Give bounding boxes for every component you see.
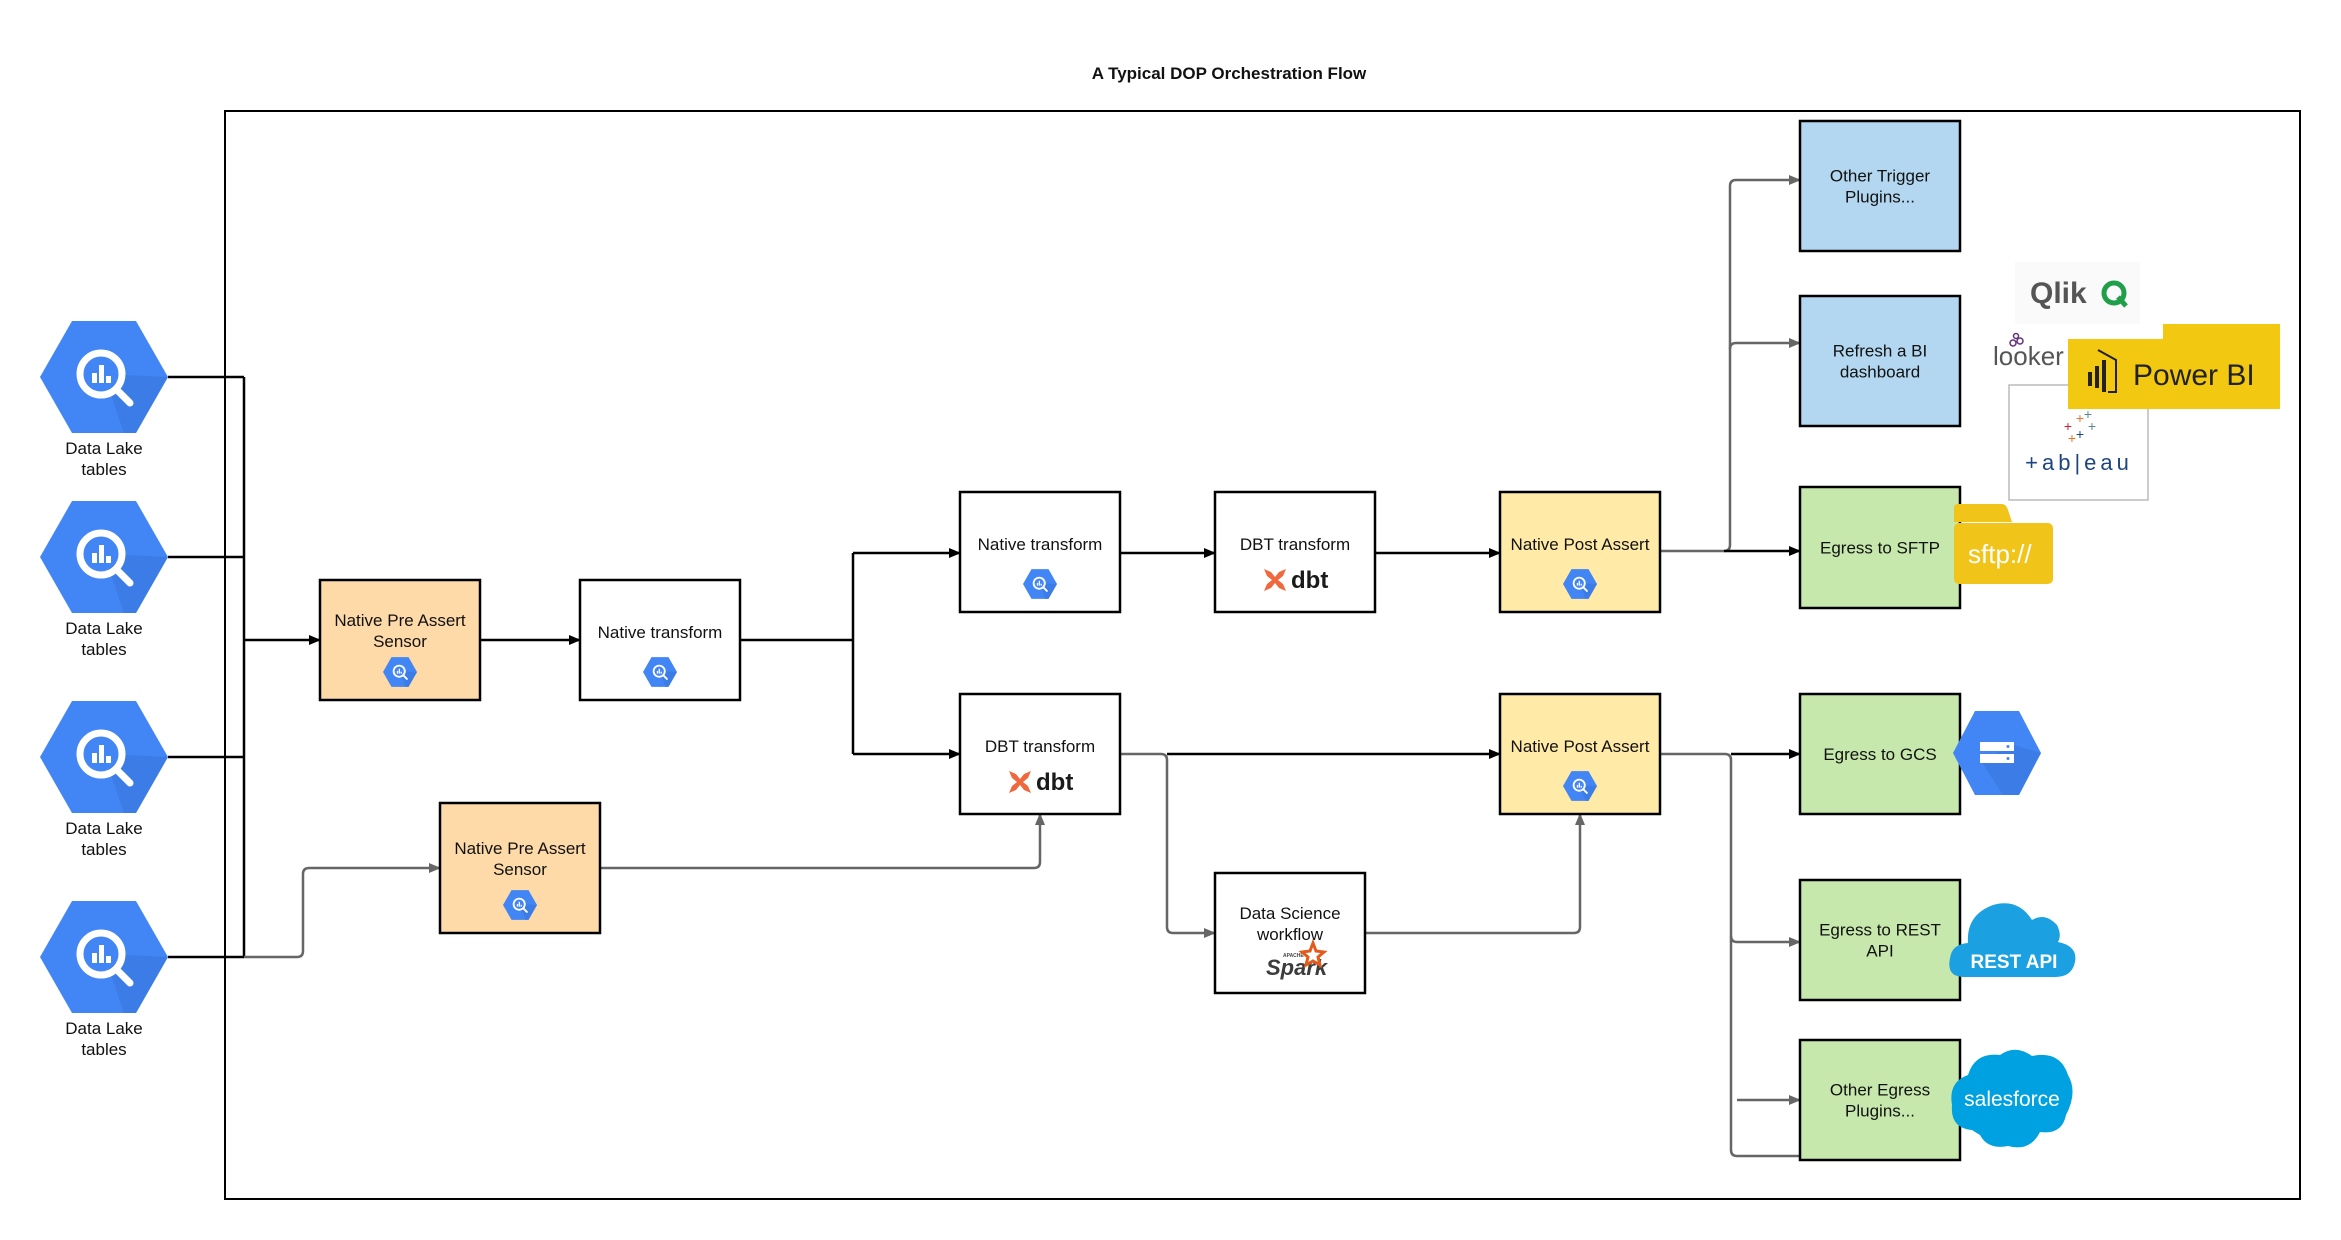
node-bi[interactable]: Refresh a BI dashboard: [1798, 294, 1962, 428]
edge-dbt2-to-ds: [1165, 760, 1216, 938]
edge-post2-to-rest: [1729, 935, 1801, 947]
node-label: Egress to SFTP: [1820, 539, 1940, 558]
edge-post2-vertical: [1729, 760, 1800, 1158]
node-label: Egress to REST: [1819, 921, 1941, 940]
data-lake-source[interactable]: Data Lake tables: [40, 321, 168, 479]
svg-text:+: +: [2076, 410, 2084, 426]
node-box: [1798, 294, 1962, 428]
svg-text:+: +: [2068, 430, 2076, 446]
source-label-line1: Data Lake: [65, 439, 143, 458]
node-label: Native Post Assert: [1511, 737, 1650, 756]
edge-dbt2-stub: [1120, 752, 1169, 761]
dbt-logo-text: dbt: [1291, 567, 1328, 594]
node-pre1[interactable]: Native Pre Assert Sensor: [318, 578, 482, 702]
node-label: Other Egress: [1830, 1081, 1930, 1100]
node-label: Sensor: [493, 860, 547, 879]
node-box: [1798, 119, 1962, 253]
source-label-line2: tables: [81, 1040, 126, 1059]
node-pre2[interactable]: Native Pre Assert Sensor: [438, 801, 602, 935]
tableau-logo-text: +ab|eau: [2025, 450, 2133, 475]
node-ds[interactable]: Data ScienceworkflowAPACHESpark: [1213, 871, 1367, 995]
edge-post2-stub: [1660, 752, 1733, 761]
node-label: Native Post Assert: [1511, 535, 1650, 554]
dbt-logo-text: dbt: [1036, 769, 1073, 796]
node-trig[interactable]: Other Trigger Plugins...: [1798, 119, 1962, 253]
edge-post1-to-trigger: [1660, 175, 1801, 553]
bigquery-icon: [40, 501, 168, 613]
sftp-logo-text: sftp://: [1968, 539, 2032, 569]
node-label: Other Trigger: [1830, 167, 1930, 186]
powerbi-logo-icon: Power BI: [2068, 324, 2280, 409]
bigquery-icon: [40, 321, 168, 433]
node-label: Native transform: [598, 623, 723, 642]
salesforce-cloud-icon: salesforce: [1951, 1049, 2073, 1148]
node-label: Egress to GCS: [1823, 745, 1936, 764]
node-post1[interactable]: Native Post Assert: [1498, 490, 1662, 614]
node-nt2[interactable]: Native transform: [958, 490, 1122, 614]
node-label: Plugins...: [1845, 188, 1915, 207]
source-label-line2: tables: [81, 640, 126, 659]
qlik-logo-text: Qlik: [2030, 277, 2087, 310]
svg-text:+: +: [2076, 426, 2084, 442]
rest-api-cloud-icon: REST API: [1949, 903, 2076, 977]
node-label: Refresh a BI: [1833, 342, 1928, 361]
data-lake-source[interactable]: Data Lake tables: [40, 901, 168, 1059]
edge-pre2-to-dbt2: [600, 813, 1045, 870]
node-box: [1798, 878, 1962, 1002]
node-nt1[interactable]: Native transform: [578, 578, 742, 702]
logos-layer: Qliklooker+ ++ ++++ab|eauPower BIsftp://RE…: [1949, 262, 2280, 1148]
source-label-line2: tables: [81, 460, 126, 479]
data-lake-source[interactable]: Data Lake tables: [40, 701, 168, 859]
node-label: Native Pre Assert: [454, 839, 586, 858]
sftp-folder-icon: sftp://: [1954, 504, 2053, 584]
node-label: Plugins...: [1845, 1102, 1915, 1121]
edge-ds-to-post2: [1365, 813, 1585, 935]
source-label-line1: Data Lake: [65, 819, 143, 838]
edge-src4-to-pre2: [244, 863, 441, 959]
node-label: Data Science: [1239, 904, 1340, 923]
node-post2[interactable]: Native Post Assert: [1498, 692, 1662, 816]
looker-logo-icon: looker: [1993, 332, 2064, 371]
orchestration-frame: [224, 110, 2301, 1200]
node-dbt2[interactable]: DBT transform dbt: [958, 692, 1122, 816]
sources-layer: Data Lake tables Data Lake tables Data Lake t…: [40, 321, 168, 1059]
node-box: [1798, 1038, 1962, 1162]
node-rest[interactable]: Egress to REST API: [1798, 878, 1962, 1002]
source-label-line1: Data Lake: [65, 619, 143, 638]
source-label-line1: Data Lake: [65, 1019, 143, 1038]
node-other[interactable]: Other Egress Plugins...: [1798, 1038, 1962, 1162]
node-sftp[interactable]: Egress to SFTP: [1798, 485, 1962, 610]
edge-post1-to-bi: [1728, 338, 1801, 350]
node-gcs[interactable]: Egress to GCS: [1798, 692, 1962, 816]
node-label: Native transform: [978, 535, 1103, 554]
node-label: Sensor: [373, 632, 427, 651]
salesforce-logo-text: salesforce: [1964, 1088, 2060, 1111]
bigquery-icon: [40, 701, 168, 813]
looker-logo-text: looker: [1993, 341, 2064, 371]
node-label: API: [1866, 942, 1893, 961]
diagram-canvas: A Typical DOP Orchestration Flow Data La…: [40, 64, 2301, 1200]
node-dbt1[interactable]: DBT transform dbt: [1213, 490, 1377, 614]
rest-api-text: REST API: [1971, 952, 2058, 973]
bigquery-icon: [40, 901, 168, 1013]
powerbi-logo-text: Power BI: [2133, 359, 2255, 392]
source-label-line2: tables: [81, 840, 126, 859]
data-lake-source[interactable]: Data Lake tables: [40, 501, 168, 659]
diagram-title: A Typical DOP Orchestration Flow: [1092, 64, 1367, 83]
node-label: dashboard: [1840, 363, 1920, 382]
node-label: DBT transform: [1240, 535, 1350, 554]
gcs-storage-icon: [1953, 711, 2041, 795]
node-label: DBT transform: [985, 737, 1095, 756]
node-label: Native Pre Assert: [334, 611, 466, 630]
qlik-logo-icon: Qlik: [2015, 262, 2140, 324]
